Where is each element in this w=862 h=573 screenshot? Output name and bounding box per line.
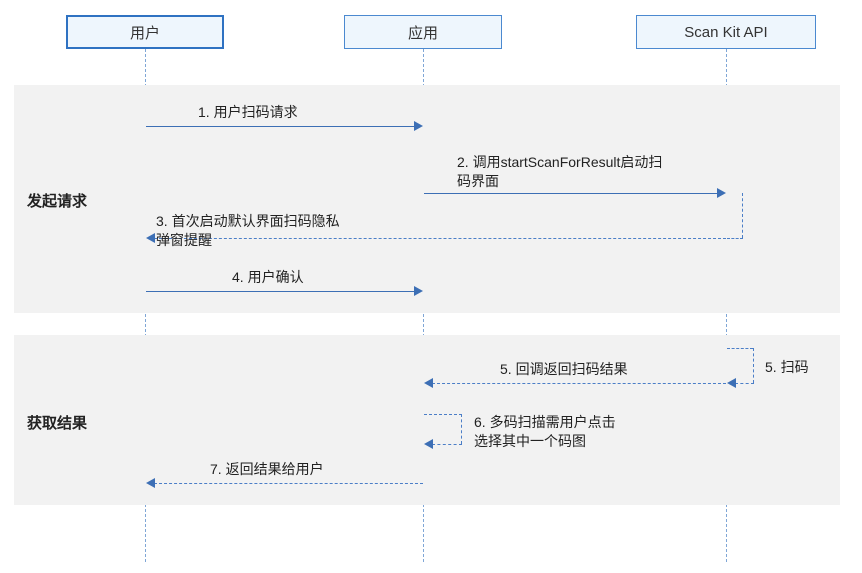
- participant-user: 用户: [66, 15, 224, 49]
- msg-5b-v: [753, 348, 754, 383]
- participant-api-label: Scan Kit API: [684, 24, 767, 41]
- msg-6-v: [461, 414, 462, 444]
- msg-3-vline1: [742, 193, 743, 238]
- section-result-label: 获取结果: [27, 412, 87, 433]
- participant-app: 应用: [344, 15, 502, 49]
- msg-5a-arrow: [424, 378, 433, 388]
- msg-3-hline-top: [727, 238, 743, 239]
- msg-4-line: [146, 291, 416, 292]
- participant-api: Scan Kit API: [636, 15, 816, 49]
- msg-3-label: 3. 首次启动默认界面扫码隐私 弹窗提醒: [156, 212, 340, 250]
- msg-5a-label: 5. 回调返回扫码结果: [500, 360, 628, 379]
- section-request-bg: [14, 85, 840, 313]
- msg-2-label: 2. 调用startScanForResult启动扫 码界面: [457, 153, 662, 191]
- msg-4-label: 4. 用户确认: [232, 268, 304, 287]
- msg-6-arrow: [424, 439, 433, 449]
- msg-7-label: 7. 返回结果给用户: [210, 460, 324, 479]
- msg-5b-arrow: [727, 378, 736, 388]
- participant-user-label: 用户: [130, 22, 160, 43]
- sequence-diagram: 用户 应用 Scan Kit API 发起请求 获取结果 1. 用户扫码请求 2…: [0, 0, 862, 573]
- section-result-bg: [14, 335, 840, 505]
- section-request-label: 发起请求: [27, 190, 87, 211]
- msg-2-line: [424, 193, 719, 194]
- msg-5b-top: [727, 348, 753, 349]
- msg-3-arrow: [146, 233, 155, 243]
- msg-5b-bot: [735, 383, 754, 384]
- msg-7-line: [154, 483, 423, 484]
- msg-7-arrow: [146, 478, 155, 488]
- participant-app-label: 应用: [408, 22, 438, 43]
- msg-5a-line: [432, 383, 726, 384]
- msg-5b-label: 5. 扫码: [765, 358, 809, 377]
- msg-6-label: 6. 多码扫描需用户点击 选择其中一个码图: [474, 413, 616, 451]
- msg-1-label: 1. 用户扫码请求: [198, 103, 298, 122]
- msg-1-line: [146, 126, 416, 127]
- msg-6-bot: [432, 444, 462, 445]
- msg-4-arrow: [414, 286, 423, 296]
- msg-1-arrow: [414, 121, 423, 131]
- msg-6-top: [424, 414, 462, 415]
- msg-2-arrow: [717, 188, 726, 198]
